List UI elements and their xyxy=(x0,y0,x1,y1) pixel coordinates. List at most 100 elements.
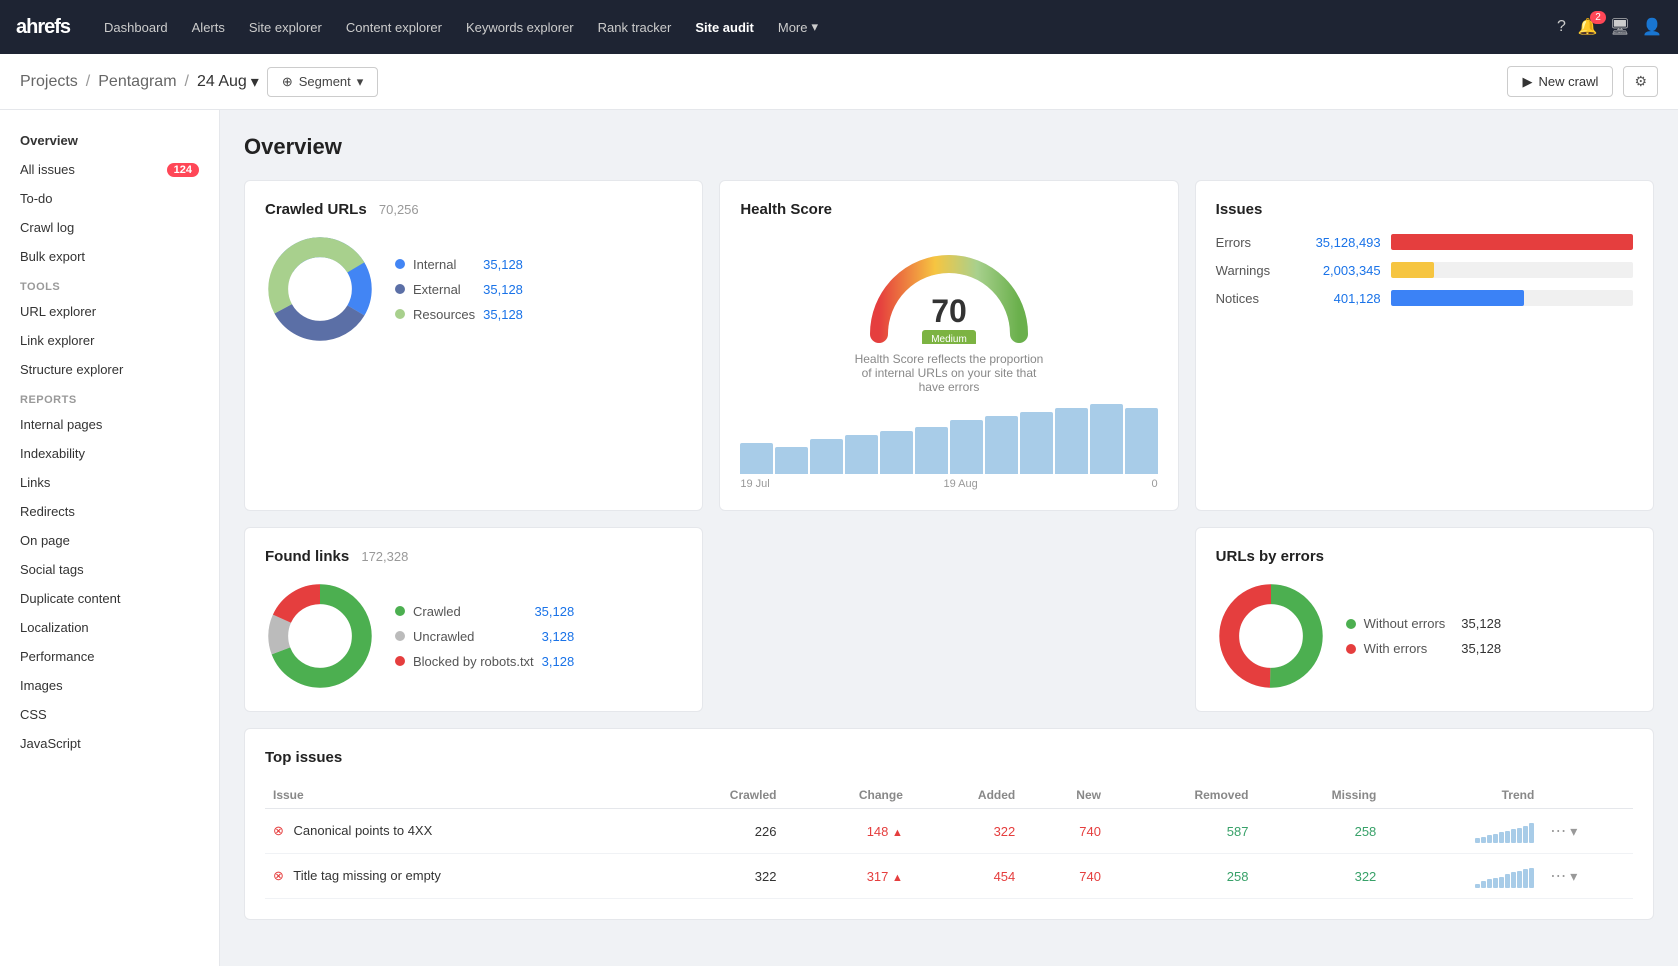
top-issues-table: Issue Crawled Change Added New Removed M… xyxy=(265,782,1633,899)
legend-dot-without-errors xyxy=(1346,619,1356,629)
trend-bar xyxy=(1493,834,1498,843)
sidebar-item-bulk-export[interactable]: Bulk export xyxy=(0,242,219,271)
help-icon[interactable]: ? xyxy=(1557,18,1566,36)
col-trend: Trend xyxy=(1384,782,1542,809)
more-options-button[interactable]: ⋯ xyxy=(1550,866,1566,886)
legend-dot-uncrawled xyxy=(395,631,405,641)
urls-by-errors-title: URLs by errors xyxy=(1216,548,1633,565)
health-score-chart: 19 Jul 19 Aug 0 xyxy=(740,404,1157,490)
nav-alerts[interactable]: Alerts xyxy=(182,14,235,41)
found-links-title: Found links 172,328 xyxy=(265,548,682,565)
breadcrumb-sep-1: / xyxy=(86,73,90,91)
trend-bar xyxy=(1481,881,1486,888)
issue-missing: 258 xyxy=(1256,809,1384,854)
breadcrumb-actions: ▶ New crawl ⚙ xyxy=(1507,66,1658,97)
sidebar-item-internal-pages[interactable]: Internal pages xyxy=(0,410,219,439)
expand-button[interactable]: ▾ xyxy=(1570,868,1577,885)
legend-dot-internal xyxy=(395,259,405,269)
main-content: Overview Crawled URLs 70,256 xyxy=(220,110,1678,966)
sidebar-section-reports: REPORTS xyxy=(0,384,219,410)
breadcrumb-date[interactable]: 24 Aug ▾ xyxy=(197,72,259,92)
top-nav: ahrefs Dashboard Alerts Site explorer Co… xyxy=(0,0,1678,54)
breadcrumb-project[interactable]: Pentagram xyxy=(98,73,176,91)
col-added: Added xyxy=(911,782,1023,809)
sidebar-item-links[interactable]: Links xyxy=(0,468,219,497)
sidebar-item-performance[interactable]: Performance xyxy=(0,642,219,671)
screen-icon[interactable]: 🖥 xyxy=(1610,17,1630,37)
breadcrumb: Projects / Pentagram / 24 Aug ▾ ⊕ Segmen… xyxy=(20,67,378,97)
health-score-card: Health Score xyxy=(719,180,1178,511)
nav-rank-tracker[interactable]: Rank tracker xyxy=(588,14,682,41)
nav-content-explorer[interactable]: Content explorer xyxy=(336,14,452,41)
page-title: Overview xyxy=(244,134,1654,160)
sidebar-section-tools: TOOLS xyxy=(0,271,219,297)
more-options-button[interactable]: ⋯ xyxy=(1550,821,1566,841)
sidebar-item-localization[interactable]: Localization xyxy=(0,613,219,642)
issues-card: Issues Errors 35,128,493 Warnings 2,003,… xyxy=(1195,180,1654,511)
nav-dashboard[interactable]: Dashboard xyxy=(94,14,178,41)
legend-without-errors: Without errors 35,128 xyxy=(1346,616,1501,631)
nav-keywords-explorer[interactable]: Keywords explorer xyxy=(456,14,584,41)
breadcrumb-projects[interactable]: Projects xyxy=(20,73,78,91)
table-row: ⊗ Canonical points to 4XX 226 148 ▲ 322 … xyxy=(265,809,1633,854)
sidebar-item-social-tags[interactable]: Social tags xyxy=(0,555,219,584)
trend-bar xyxy=(1505,831,1510,843)
col-removed: Removed xyxy=(1109,782,1257,809)
health-bar xyxy=(740,443,773,474)
trend-bar xyxy=(1499,877,1504,888)
sidebar-item-todo[interactable]: To-do xyxy=(0,184,219,213)
nav-site-explorer[interactable]: Site explorer xyxy=(239,14,332,41)
sidebar-item-redirects[interactable]: Redirects xyxy=(0,497,219,526)
top-issues-card: Top issues Issue Crawled Change Added Ne… xyxy=(244,728,1654,920)
sidebar-item-overview[interactable]: Overview xyxy=(0,126,219,155)
play-icon: ▶ xyxy=(1522,74,1532,90)
legend-external: External 35,128 xyxy=(395,282,523,297)
new-crawl-button[interactable]: ▶ New crawl xyxy=(1507,66,1613,97)
issue-new: 740 xyxy=(1023,809,1109,854)
sidebar-item-images[interactable]: Images xyxy=(0,671,219,700)
trend-bar xyxy=(1523,826,1528,843)
trend-bar xyxy=(1475,884,1480,888)
issue-actions: ⋯ ▾ xyxy=(1542,854,1633,899)
up-arrow-icon: ▲ xyxy=(892,827,903,839)
expand-button[interactable]: ▾ xyxy=(1570,823,1577,840)
health-bar xyxy=(775,447,808,474)
sidebar-item-duplicate-content[interactable]: Duplicate content xyxy=(0,584,219,613)
health-bar xyxy=(880,431,913,474)
settings-button[interactable]: ⚙ xyxy=(1623,66,1658,97)
issue-added: 454 xyxy=(911,854,1023,899)
nav-more[interactable]: More ▾ xyxy=(768,13,828,41)
legend-dot-crawled xyxy=(395,606,405,616)
notifications-icon[interactable]: 🔔 2 xyxy=(1578,17,1598,37)
chevron-down-icon: ▾ xyxy=(357,74,364,90)
nav-site-audit[interactable]: Site audit xyxy=(685,14,764,41)
legend-dot-external xyxy=(395,284,405,294)
sidebar-item-indexability[interactable]: Indexability xyxy=(0,439,219,468)
legend-with-errors: With errors 35,128 xyxy=(1346,641,1501,656)
issue-trend xyxy=(1384,809,1542,854)
svg-text:Medium: Medium xyxy=(931,334,967,344)
crawled-urls-card: Crawled URLs 70,256 Internal xyxy=(244,180,703,511)
sidebar-item-on-page[interactable]: On page xyxy=(0,526,219,555)
sidebar-item-crawl-log[interactable]: Crawl log xyxy=(0,213,219,242)
trend-bar xyxy=(1481,837,1486,843)
user-icon[interactable]: 👤 xyxy=(1642,17,1662,37)
segment-button[interactable]: ⊕ Segment ▾ xyxy=(267,67,378,97)
issue-added: 322 xyxy=(911,809,1023,854)
col-issue: Issue xyxy=(265,782,652,809)
logo[interactable]: ahrefs xyxy=(16,16,70,39)
trend-bar xyxy=(1511,872,1516,888)
issues-title: Issues xyxy=(1216,201,1633,218)
sidebar-item-structure-explorer[interactable]: Structure explorer xyxy=(0,355,219,384)
crawled-urls-title: Crawled URLs 70,256 xyxy=(265,201,682,218)
sidebar-item-all-issues[interactable]: All issues 124 xyxy=(0,155,219,184)
nav-items: Dashboard Alerts Site explorer Content e… xyxy=(94,13,1557,41)
trend-bar xyxy=(1529,868,1534,888)
warnings-bar-wrap xyxy=(1391,262,1633,278)
breadcrumb-sep-2: / xyxy=(185,73,189,91)
sidebar-item-javascript[interactable]: JavaScript xyxy=(0,729,219,758)
sidebar-item-link-explorer[interactable]: Link explorer xyxy=(0,326,219,355)
sidebar-item-url-explorer[interactable]: URL explorer xyxy=(0,297,219,326)
urls-by-errors-legend: Without errors 35,128 With errors 35,128 xyxy=(1346,616,1501,656)
sidebar-item-css[interactable]: CSS xyxy=(0,700,219,729)
